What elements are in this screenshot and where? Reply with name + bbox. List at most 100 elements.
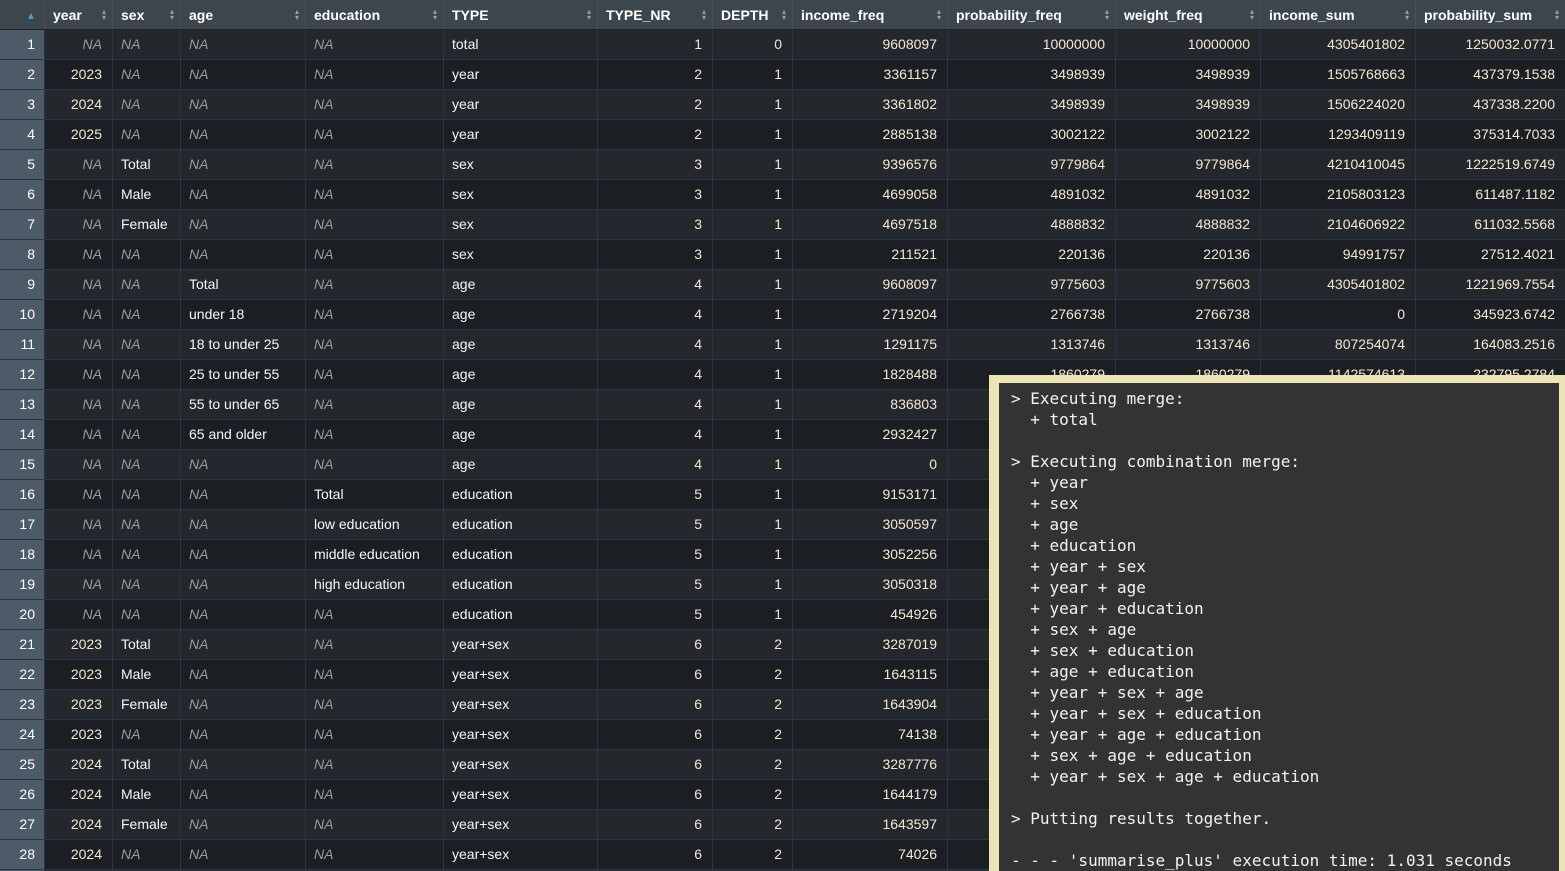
cell-TYPE: age bbox=[443, 360, 597, 390]
cell-income_sum: 0 bbox=[1260, 300, 1415, 330]
column-header-weight_freq[interactable]: weight_freq▴▾ bbox=[1115, 0, 1260, 30]
cell-year: 2024 bbox=[44, 810, 112, 840]
column-header-year[interactable]: year▴▾ bbox=[44, 0, 112, 30]
column-label: income_sum bbox=[1269, 7, 1355, 23]
sort-down-icon: ▾ bbox=[937, 15, 941, 21]
cell-DEPTH: 1 bbox=[712, 180, 792, 210]
column-header-probability_freq[interactable]: probability_freq▴▾ bbox=[947, 0, 1115, 30]
cell-probability_sum: 437379.1538 bbox=[1415, 60, 1565, 90]
table-row[interactable]: 11NANA18 to under 25NAage411291175131374… bbox=[0, 330, 1565, 360]
sort-icons: ▴▾ bbox=[1555, 9, 1559, 21]
cell-probability_freq: 10000000 bbox=[947, 30, 1115, 60]
cell-income_freq: 9608097 bbox=[792, 30, 947, 60]
sort-icons: ▴▾ bbox=[295, 9, 299, 21]
cell-education: NA bbox=[305, 630, 443, 660]
cell-income_sum: 807254074 bbox=[1260, 330, 1415, 360]
table-row[interactable]: 42025NANANAyear2128851383002122300212212… bbox=[0, 120, 1565, 150]
sort-down-icon: ▾ bbox=[587, 15, 591, 21]
cell-sex: NA bbox=[112, 300, 180, 330]
cell-age: NA bbox=[180, 210, 305, 240]
cell-year: NA bbox=[44, 420, 112, 450]
table-row[interactable]: 6NAMaleNANAsex31469905848910324891032210… bbox=[0, 180, 1565, 210]
column-header-income_sum[interactable]: income_sum▴▾ bbox=[1260, 0, 1415, 30]
row-number: 18 bbox=[0, 540, 44, 570]
cell-education: NA bbox=[305, 300, 443, 330]
table-row[interactable]: 32024NANANAyear2133618023498939349893915… bbox=[0, 90, 1565, 120]
cell-year: NA bbox=[44, 330, 112, 360]
cell-year: NA bbox=[44, 240, 112, 270]
cell-age: NA bbox=[180, 840, 305, 870]
cell-education: NA bbox=[305, 210, 443, 240]
cell-age: Total bbox=[180, 270, 305, 300]
table-row[interactable]: 5NATotalNANAsex3193965769779864977986442… bbox=[0, 150, 1565, 180]
cell-income_freq: 74138 bbox=[792, 720, 947, 750]
cell-income_freq: 74026 bbox=[792, 840, 947, 870]
column-header-sex[interactable]: sex▴▾ bbox=[112, 0, 180, 30]
table-row[interactable]: 7NAFemaleNANAsex314697518488883248888322… bbox=[0, 210, 1565, 240]
sort-down-icon: ▾ bbox=[102, 15, 106, 21]
cell-DEPTH: 1 bbox=[712, 510, 792, 540]
cell-income_freq: 4697518 bbox=[792, 210, 947, 240]
data-viewer: ▴year▴▾sex▴▾age▴▾education▴▾TYPE▴▾TYPE_N… bbox=[0, 0, 1565, 871]
cell-education: NA bbox=[305, 450, 443, 480]
cell-weight_freq: 3498939 bbox=[1115, 90, 1260, 120]
row-number: 22 bbox=[0, 660, 44, 690]
cell-education: NA bbox=[305, 420, 443, 450]
column-header-probability_sum[interactable]: probability_sum▴▾ bbox=[1415, 0, 1565, 30]
cell-TYPE: total bbox=[443, 30, 597, 60]
cell-TYPE_NR: 6 bbox=[597, 630, 712, 660]
cell-year: 2024 bbox=[44, 840, 112, 870]
column-header-DEPTH[interactable]: DEPTH▴▾ bbox=[712, 0, 792, 30]
cell-TYPE_NR: 3 bbox=[597, 210, 712, 240]
cell-TYPE_NR: 6 bbox=[597, 840, 712, 870]
cell-sex: NA bbox=[112, 480, 180, 510]
cell-age: NA bbox=[180, 630, 305, 660]
cell-sex: Female bbox=[112, 210, 180, 240]
cell-year: NA bbox=[44, 180, 112, 210]
cell-weight_freq: 3002122 bbox=[1115, 120, 1260, 150]
cell-education: low education bbox=[305, 510, 443, 540]
cell-income_freq: 4699058 bbox=[792, 180, 947, 210]
column-header-income_freq[interactable]: income_freq▴▾ bbox=[792, 0, 947, 30]
table-row[interactable]: 10NANAunder 18NAage412719204276673827667… bbox=[0, 300, 1565, 330]
table-row[interactable]: 9NANATotalNAage4196080979775603977560343… bbox=[0, 270, 1565, 300]
cell-probability_sum: 27512.4021 bbox=[1415, 240, 1565, 270]
cell-DEPTH: 2 bbox=[712, 660, 792, 690]
cell-income_sum: 1293409119 bbox=[1260, 120, 1415, 150]
column-header-TYPE_NR[interactable]: TYPE_NR▴▾ bbox=[597, 0, 712, 30]
row-index-header[interactable]: ▴ bbox=[0, 0, 44, 30]
cell-TYPE_NR: 6 bbox=[597, 690, 712, 720]
sort-down-icon: ▾ bbox=[1555, 15, 1559, 21]
cell-DEPTH: 1 bbox=[712, 90, 792, 120]
sort-down-icon: ▾ bbox=[1250, 15, 1254, 21]
cell-sex: NA bbox=[112, 330, 180, 360]
column-header-TYPE[interactable]: TYPE▴▾ bbox=[443, 0, 597, 30]
cell-DEPTH: 2 bbox=[712, 720, 792, 750]
cell-TYPE: education bbox=[443, 510, 597, 540]
cell-age: NA bbox=[180, 780, 305, 810]
cell-age: NA bbox=[180, 660, 305, 690]
cell-sex: NA bbox=[112, 240, 180, 270]
row-number: 28 bbox=[0, 840, 44, 870]
cell-income_freq: 211521 bbox=[792, 240, 947, 270]
cell-age: NA bbox=[180, 30, 305, 60]
cell-income_sum: 2104606922 bbox=[1260, 210, 1415, 240]
cell-age: under 18 bbox=[180, 300, 305, 330]
column-label: DEPTH bbox=[721, 7, 768, 23]
cell-weight_freq: 10000000 bbox=[1115, 30, 1260, 60]
table-row[interactable]: 8NANANANAsex3121152122013622013694991757… bbox=[0, 240, 1565, 270]
cell-TYPE: year+sex bbox=[443, 750, 597, 780]
cell-income_freq: 3287776 bbox=[792, 750, 947, 780]
column-header-education[interactable]: education▴▾ bbox=[305, 0, 443, 30]
row-number: 24 bbox=[0, 720, 44, 750]
row-number: 7 bbox=[0, 210, 44, 240]
cell-TYPE_NR: 6 bbox=[597, 750, 712, 780]
row-number: 1 bbox=[0, 30, 44, 60]
row-number: 25 bbox=[0, 750, 44, 780]
column-header-age[interactable]: age▴▾ bbox=[180, 0, 305, 30]
table-row[interactable]: 1NANANANAtotal10960809710000000100000004… bbox=[0, 30, 1565, 60]
row-number: 19 bbox=[0, 570, 44, 600]
cell-education: NA bbox=[305, 690, 443, 720]
table-row[interactable]: 22023NANANAyear2133611573498939349893915… bbox=[0, 60, 1565, 90]
cell-education: middle education bbox=[305, 540, 443, 570]
